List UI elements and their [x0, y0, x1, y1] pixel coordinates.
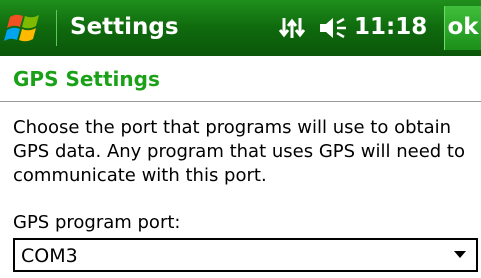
description-text: Choose the port that programs will use t…: [13, 117, 465, 186]
ok-button[interactable]: ok: [444, 6, 481, 50]
gps-port-dropdown[interactable]: COM3: [13, 238, 478, 272]
chevron-down-icon: [454, 251, 466, 258]
connectivity-arrows-icon[interactable]: [278, 14, 306, 42]
title-bar: Settings 11:18 ok: [0, 0, 481, 56]
settings-window: Settings 11:18 ok GPS Settings Choose th…: [0, 0, 481, 278]
clock[interactable]: 11:18: [354, 13, 427, 41]
gps-port-value: COM3: [21, 245, 78, 267]
volume-speaker-icon[interactable]: [318, 14, 348, 42]
title-separator: [56, 10, 57, 46]
gps-port-label: GPS program port:: [13, 212, 181, 233]
start-button[interactable]: [4, 8, 48, 48]
window-title: Settings: [70, 14, 179, 40]
windows-flag-icon: [4, 14, 39, 42]
page-title: GPS Settings: [13, 67, 160, 91]
divider: [0, 101, 481, 102]
